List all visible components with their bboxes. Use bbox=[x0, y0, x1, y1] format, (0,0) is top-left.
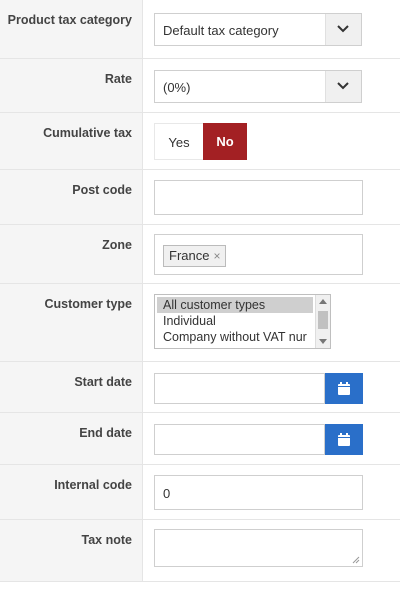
tax-rule-form: Product tax category Default tax categor… bbox=[0, 0, 400, 582]
label-product-tax-category: Product tax category bbox=[0, 0, 143, 58]
rate-value: (0%) bbox=[163, 80, 191, 95]
row-post-code: Post code bbox=[0, 170, 400, 225]
label-zone: Zone bbox=[0, 225, 143, 283]
customer-type-listbox[interactable]: All customer types Individual Company wi… bbox=[154, 294, 331, 349]
listbox-scrollbar[interactable] bbox=[315, 295, 330, 348]
scroll-down-icon[interactable] bbox=[319, 339, 327, 344]
end-date-calendar-button[interactable] bbox=[325, 424, 363, 455]
label-cumulative-tax: Cumulative tax bbox=[0, 113, 143, 169]
tax-note-textarea[interactable] bbox=[154, 529, 363, 567]
row-product-tax-category: Product tax category Default tax categor… bbox=[0, 0, 400, 59]
label-end-date: End date bbox=[0, 413, 143, 464]
start-date-input[interactable] bbox=[154, 373, 325, 404]
chevron-down-icon bbox=[337, 25, 349, 33]
zone-tag-input[interactable]: France × bbox=[154, 234, 363, 275]
label-internal-code: Internal code bbox=[0, 465, 143, 519]
calendar-icon bbox=[338, 433, 350, 446]
row-customer-type: Customer type All customer types Individ… bbox=[0, 284, 400, 362]
start-date-calendar-button[interactable] bbox=[325, 373, 363, 404]
label-customer-type: Customer type bbox=[0, 284, 143, 361]
chevron-down-icon bbox=[337, 82, 349, 90]
row-internal-code: Internal code 0 bbox=[0, 465, 400, 520]
row-start-date: Start date bbox=[0, 362, 400, 413]
resize-grip-icon[interactable] bbox=[352, 556, 360, 564]
row-cumulative-tax: Cumulative tax Yes No bbox=[0, 113, 400, 170]
row-rate: Rate (0%) bbox=[0, 59, 400, 113]
label-rate: Rate bbox=[0, 59, 143, 112]
internal-code-input[interactable]: 0 bbox=[154, 475, 363, 510]
cumulative-tax-yes-button[interactable]: Yes bbox=[154, 123, 203, 160]
customer-type-option[interactable]: Individual bbox=[155, 313, 313, 329]
customer-type-option[interactable]: Company without VAT nur bbox=[155, 329, 313, 345]
cumulative-tax-no-button[interactable]: No bbox=[203, 123, 247, 160]
label-tax-note: Tax note bbox=[0, 520, 143, 581]
row-tax-note: Tax note bbox=[0, 520, 400, 582]
post-code-input[interactable] bbox=[154, 180, 363, 215]
label-start-date: Start date bbox=[0, 362, 143, 412]
row-zone: Zone France × bbox=[0, 225, 400, 284]
row-end-date: End date bbox=[0, 413, 400, 465]
remove-tag-icon[interactable]: × bbox=[213, 246, 220, 266]
cumulative-tax-toggle: Yes No bbox=[154, 123, 247, 160]
zone-tag-label: France bbox=[169, 248, 210, 263]
label-post-code: Post code bbox=[0, 170, 143, 224]
rate-select[interactable]: (0%) bbox=[154, 70, 362, 103]
scroll-up-icon[interactable] bbox=[319, 299, 327, 304]
product-tax-category-select[interactable]: Default tax category bbox=[154, 13, 362, 46]
end-date-input[interactable] bbox=[154, 424, 325, 455]
internal-code-value: 0 bbox=[163, 486, 171, 501]
scrollbar-thumb[interactable] bbox=[318, 311, 328, 329]
zone-tag: France × bbox=[163, 245, 227, 267]
customer-type-option[interactable]: All customer types bbox=[157, 297, 313, 313]
calendar-icon bbox=[338, 382, 350, 395]
product-tax-category-value: Default tax category bbox=[163, 23, 279, 38]
